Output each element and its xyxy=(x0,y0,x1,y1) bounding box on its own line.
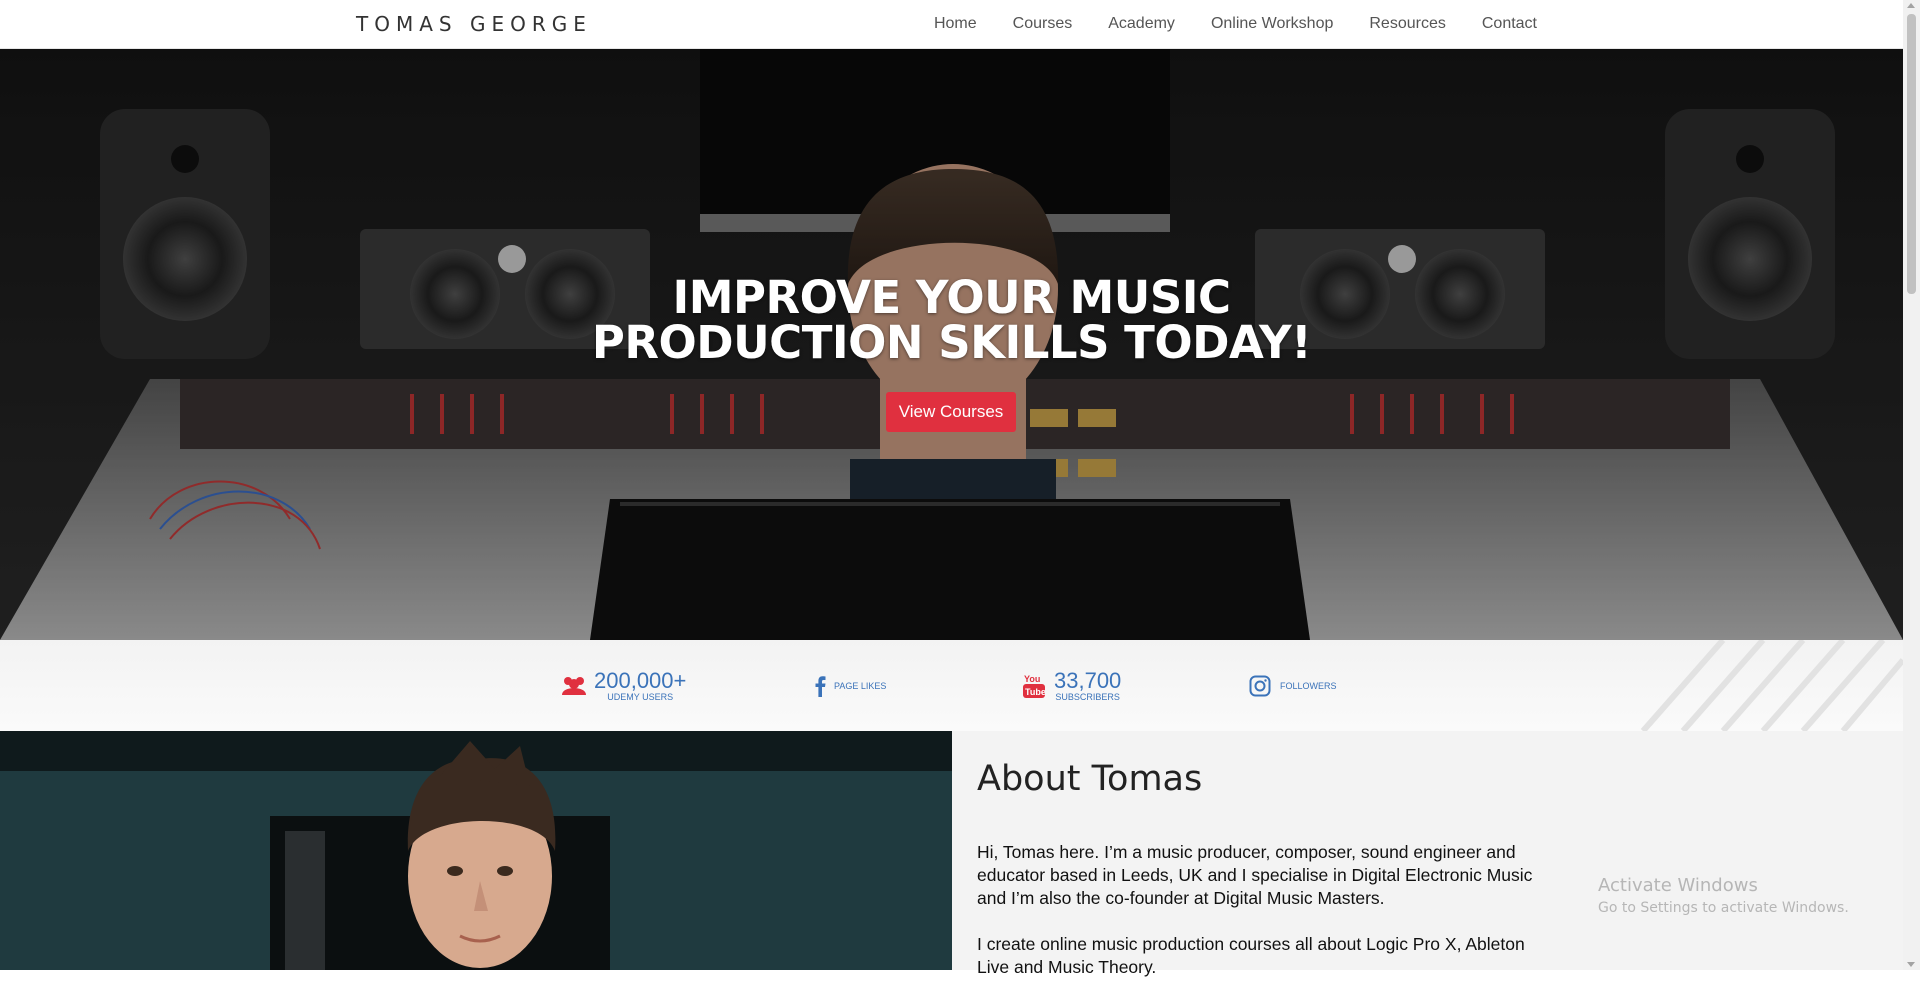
stat-instagram-followers[interactable]: FOLLOWERS xyxy=(1246,640,1337,731)
instagram-icon xyxy=(1246,672,1274,700)
stat-facebook-likes[interactable]: PAGE LIKES xyxy=(812,640,886,731)
hero-headline: IMPROVE YOUR MUSIC PRODUCTION SKILLS TOD… xyxy=(0,275,1903,365)
top-navbar: TOMAS GEORGE Home Courses Academy Online… xyxy=(0,0,1903,49)
udemy-users-count: 200,000+ xyxy=(594,667,687,693)
social-stats-bar: 200,000+ UDEMY USERS PAGE LIKES You Tube… xyxy=(0,640,1903,731)
youtube-subscribers-label: SUBSCRIBERS xyxy=(1055,691,1120,702)
scroll-down-arrow-icon[interactable] xyxy=(1907,962,1915,967)
stat-udemy-users[interactable]: 200,000+ UDEMY USERS xyxy=(560,640,686,731)
tomas-portrait-image xyxy=(0,731,952,970)
about-section: About Tomas Hi, Tomas here. I’m a music … xyxy=(952,731,1903,977)
about-paragraph-2: I create online music production courses… xyxy=(977,934,1525,977)
users-icon xyxy=(560,672,588,700)
nav-courses[interactable]: Courses xyxy=(1013,15,1073,33)
windows-activation-watermark: Activate Windows Go to Settings to activ… xyxy=(1598,875,1849,916)
scroll-up-arrow-icon[interactable] xyxy=(1907,3,1915,8)
facebook-icon xyxy=(812,672,828,700)
about-title: About Tomas xyxy=(977,759,1203,799)
main-menu: Home Courses Academy Online Workshop Res… xyxy=(898,0,1537,48)
watermark-line1: Activate Windows xyxy=(1598,875,1758,896)
nav-academy[interactable]: Academy xyxy=(1108,15,1175,33)
instagram-followers-label: FOLLOWERS xyxy=(1280,680,1337,691)
console-decoration-image xyxy=(1640,640,1903,731)
about-paragraph-1: Hi, Tomas here. I’m a music producer, co… xyxy=(977,842,1533,908)
page-scrollbar[interactable] xyxy=(1903,0,1920,970)
hero-banner: IMPROVE YOUR MUSIC PRODUCTION SKILLS TOD… xyxy=(0,49,1903,640)
scrollbar-thumb[interactable] xyxy=(1907,14,1916,294)
udemy-users-label: UDEMY USERS xyxy=(607,691,674,702)
youtube-icon: You Tube xyxy=(1020,672,1048,700)
nav-home[interactable]: Home xyxy=(934,15,977,33)
facebook-likes-label: PAGE LIKES xyxy=(834,680,887,691)
stat-youtube-subscribers[interactable]: You Tube 33,700 SUBSCRIBERS xyxy=(1020,640,1121,731)
nav-contact[interactable]: Contact xyxy=(1482,15,1537,33)
site-brand[interactable]: TOMAS GEORGE xyxy=(356,12,592,36)
hero-headline-line1: IMPROVE YOUR MUSIC xyxy=(672,271,1231,324)
nav-resources[interactable]: Resources xyxy=(1369,15,1445,33)
youtube-subscribers-count: 33,700 xyxy=(1054,667,1122,693)
watermark-line2: Go to Settings to activate Windows. xyxy=(1598,900,1849,916)
nav-online-workshop[interactable]: Online Workshop xyxy=(1211,15,1333,33)
svg-text:You: You xyxy=(1024,674,1040,684)
svg-text:Tube: Tube xyxy=(1025,687,1045,697)
view-courses-button[interactable]: View Courses xyxy=(886,392,1016,432)
about-text: Hi, Tomas here. I’m a music producer, co… xyxy=(977,841,1547,1002)
hero-headline-line2: PRODUCTION SKILLS TODAY! xyxy=(591,316,1312,369)
